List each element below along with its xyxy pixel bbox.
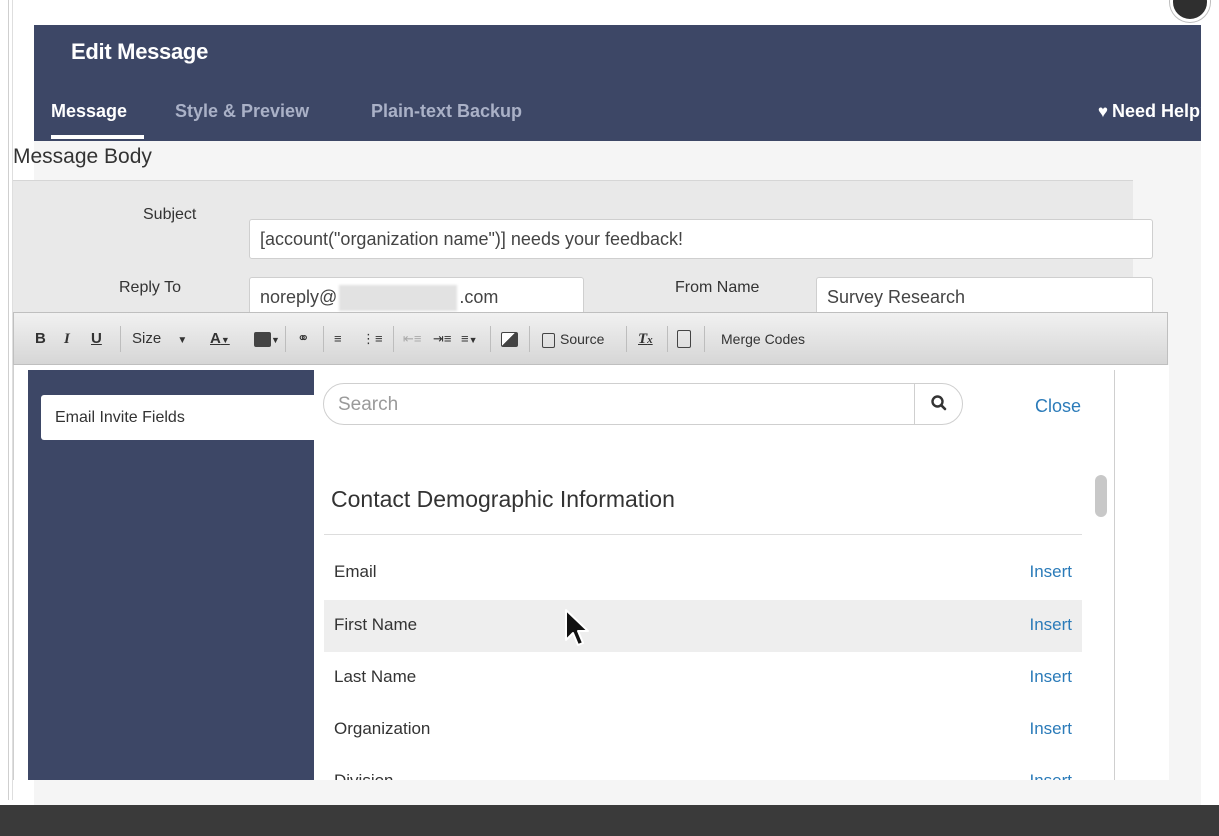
toolbar-separator <box>323 326 324 352</box>
insert-image-button[interactable] <box>501 327 518 351</box>
numbered-list-icon: ≡ <box>334 331 342 346</box>
heart-icon: ♥ <box>1097 102 1108 121</box>
divider <box>324 534 1082 535</box>
subject-value: [account("organization name")] needs you… <box>260 229 684 249</box>
toolbar-separator <box>667 326 668 352</box>
list-item: Email Insert <box>324 547 1082 599</box>
chevron-down-icon: ▼ <box>177 335 188 346</box>
background-color-button[interactable]: ▼ <box>254 327 280 351</box>
bulleted-list-icon: ⋮≡ <box>362 331 383 346</box>
search-icon[interactable] <box>929 393 949 413</box>
need-help-label: Need Help? <box>1111 101 1201 121</box>
toolbar-separator <box>704 326 705 352</box>
link-button[interactable]: ⚭ <box>297 327 310 351</box>
field-name: Last Name <box>334 667 417 686</box>
source-label: Source <box>560 331 605 347</box>
section-title: Message Body <box>13 145 152 168</box>
chevron-down-icon: ▼ <box>271 335 280 345</box>
source-button[interactable]: Source <box>542 327 604 351</box>
outdent-icon: ⇤≡ <box>403 331 422 346</box>
list-item: Organization Insert <box>324 704 1082 756</box>
list-item: Division Insert <box>324 756 1082 780</box>
reply-to-prefix: noreply@ <box>260 287 338 307</box>
merge-codes-button[interactable]: Merge Codes <box>721 327 805 351</box>
insert-link[interactable]: Insert <box>1029 719 1072 739</box>
list-item: First Name Insert <box>324 600 1082 652</box>
insert-link[interactable]: Insert <box>1029 667 1072 687</box>
remove-format-button[interactable]: Tx <box>638 327 653 351</box>
source-icon <box>542 332 555 348</box>
increase-indent-button[interactable]: ⇥≡ <box>433 327 451 351</box>
paste-button[interactable] <box>677 327 691 351</box>
italic-button[interactable]: I <box>64 327 70 351</box>
toolbar-separator <box>120 326 121 352</box>
subject-label: Subject <box>143 206 197 223</box>
group-title: Contact Demographic Information <box>331 486 675 512</box>
clipboard-icon <box>677 330 691 349</box>
need-help-link[interactable]: ♥Need Help? <box>1098 101 1201 122</box>
image-icon <box>501 331 518 347</box>
from-name-field[interactable]: Survey Research <box>816 277 1153 317</box>
close-modal-icon[interactable] <box>1170 0 1210 22</box>
tab-plain-text-backup[interactable]: Plain-text Backup <box>371 101 522 122</box>
toolbar-separator <box>626 326 627 352</box>
page-edge-line <box>8 0 9 800</box>
toolbar-separator <box>393 326 394 352</box>
bottom-bar <box>0 805 1219 836</box>
list-item: Last Name Insert <box>324 652 1082 704</box>
modal-title: Edit Message <box>71 39 209 64</box>
numbered-list-button[interactable]: ≡ <box>334 327 342 351</box>
search-divider <box>914 384 915 424</box>
reply-to-field[interactable]: noreply@ .com <box>249 277 584 317</box>
font-size-label: Size <box>132 330 162 347</box>
field-name: Division <box>334 771 394 780</box>
message-header-form: Subject [account("organization name")] n… <box>13 180 1153 317</box>
merge-code-search <box>323 383 963 426</box>
background-color-icon <box>254 331 271 347</box>
insert-link[interactable]: Insert <box>1029 615 1072 635</box>
chevron-down-icon: ▼ <box>468 335 478 345</box>
bold-button[interactable]: B <box>35 327 46 351</box>
toolbar-separator <box>285 326 286 352</box>
align-dropdown[interactable]: ≡▼ <box>461 327 478 351</box>
editor-toolbar: B I U Size ▼ A▼ ▼ ⚭ ≡ ⋮≡ ⇤≡ ⇥≡ ≡▼ Source… <box>13 312 1168 365</box>
close-button[interactable]: Close <box>1035 396 1081 417</box>
link-icon: ⚭ <box>297 330 310 347</box>
bulleted-list-button[interactable]: ⋮≡ <box>362 327 383 351</box>
from-name-label: From Name <box>675 279 760 296</box>
modal-header: Edit Message Message Style & Preview Pla… <box>34 25 1201 141</box>
chevron-down-icon: ▼ <box>220 335 230 345</box>
field-name: First Name <box>334 615 418 634</box>
search-input[interactable] <box>336 384 900 426</box>
align-icon: ≡ <box>461 331 469 346</box>
tab-style-preview[interactable]: Style & Preview <box>175 101 309 122</box>
reply-to-label: Reply To <box>119 279 181 296</box>
field-name: Organization <box>334 719 431 738</box>
remove-format-icon: x <box>647 334 653 346</box>
indent-icon: ⇥≡ <box>433 331 452 346</box>
active-tab-indicator <box>51 135 144 139</box>
font-size-dropdown[interactable]: Size ▼ <box>132 327 187 351</box>
font-color-button[interactable]: A▼ <box>210 327 230 351</box>
redacted-domain <box>339 285 458 312</box>
reply-to-suffix: .com <box>459 287 499 307</box>
scrollbar-thumb[interactable] <box>1095 475 1107 517</box>
underline-button[interactable]: U <box>91 327 102 351</box>
decrease-indent-button[interactable]: ⇤≡ <box>403 327 421 351</box>
toolbar-separator <box>529 326 530 352</box>
from-name-value: Survey Research <box>827 287 966 307</box>
modal-tabs: Message Style & Preview Plain-text Backu… <box>34 95 1201 141</box>
mouse-cursor-icon <box>565 609 589 646</box>
field-name: Email <box>334 562 377 581</box>
insert-link[interactable]: Insert <box>1029 771 1072 780</box>
tab-message[interactable]: Message <box>51 101 127 122</box>
subject-field[interactable]: [account("organization name")] needs you… <box>249 219 1153 259</box>
sidebar-item-email-invite-fields[interactable]: Email Invite Fields <box>41 395 315 440</box>
remove-format-label: T <box>638 331 648 347</box>
font-color-label: A <box>210 330 221 347</box>
toolbar-separator <box>490 326 491 352</box>
insert-link[interactable]: Insert <box>1029 562 1072 582</box>
